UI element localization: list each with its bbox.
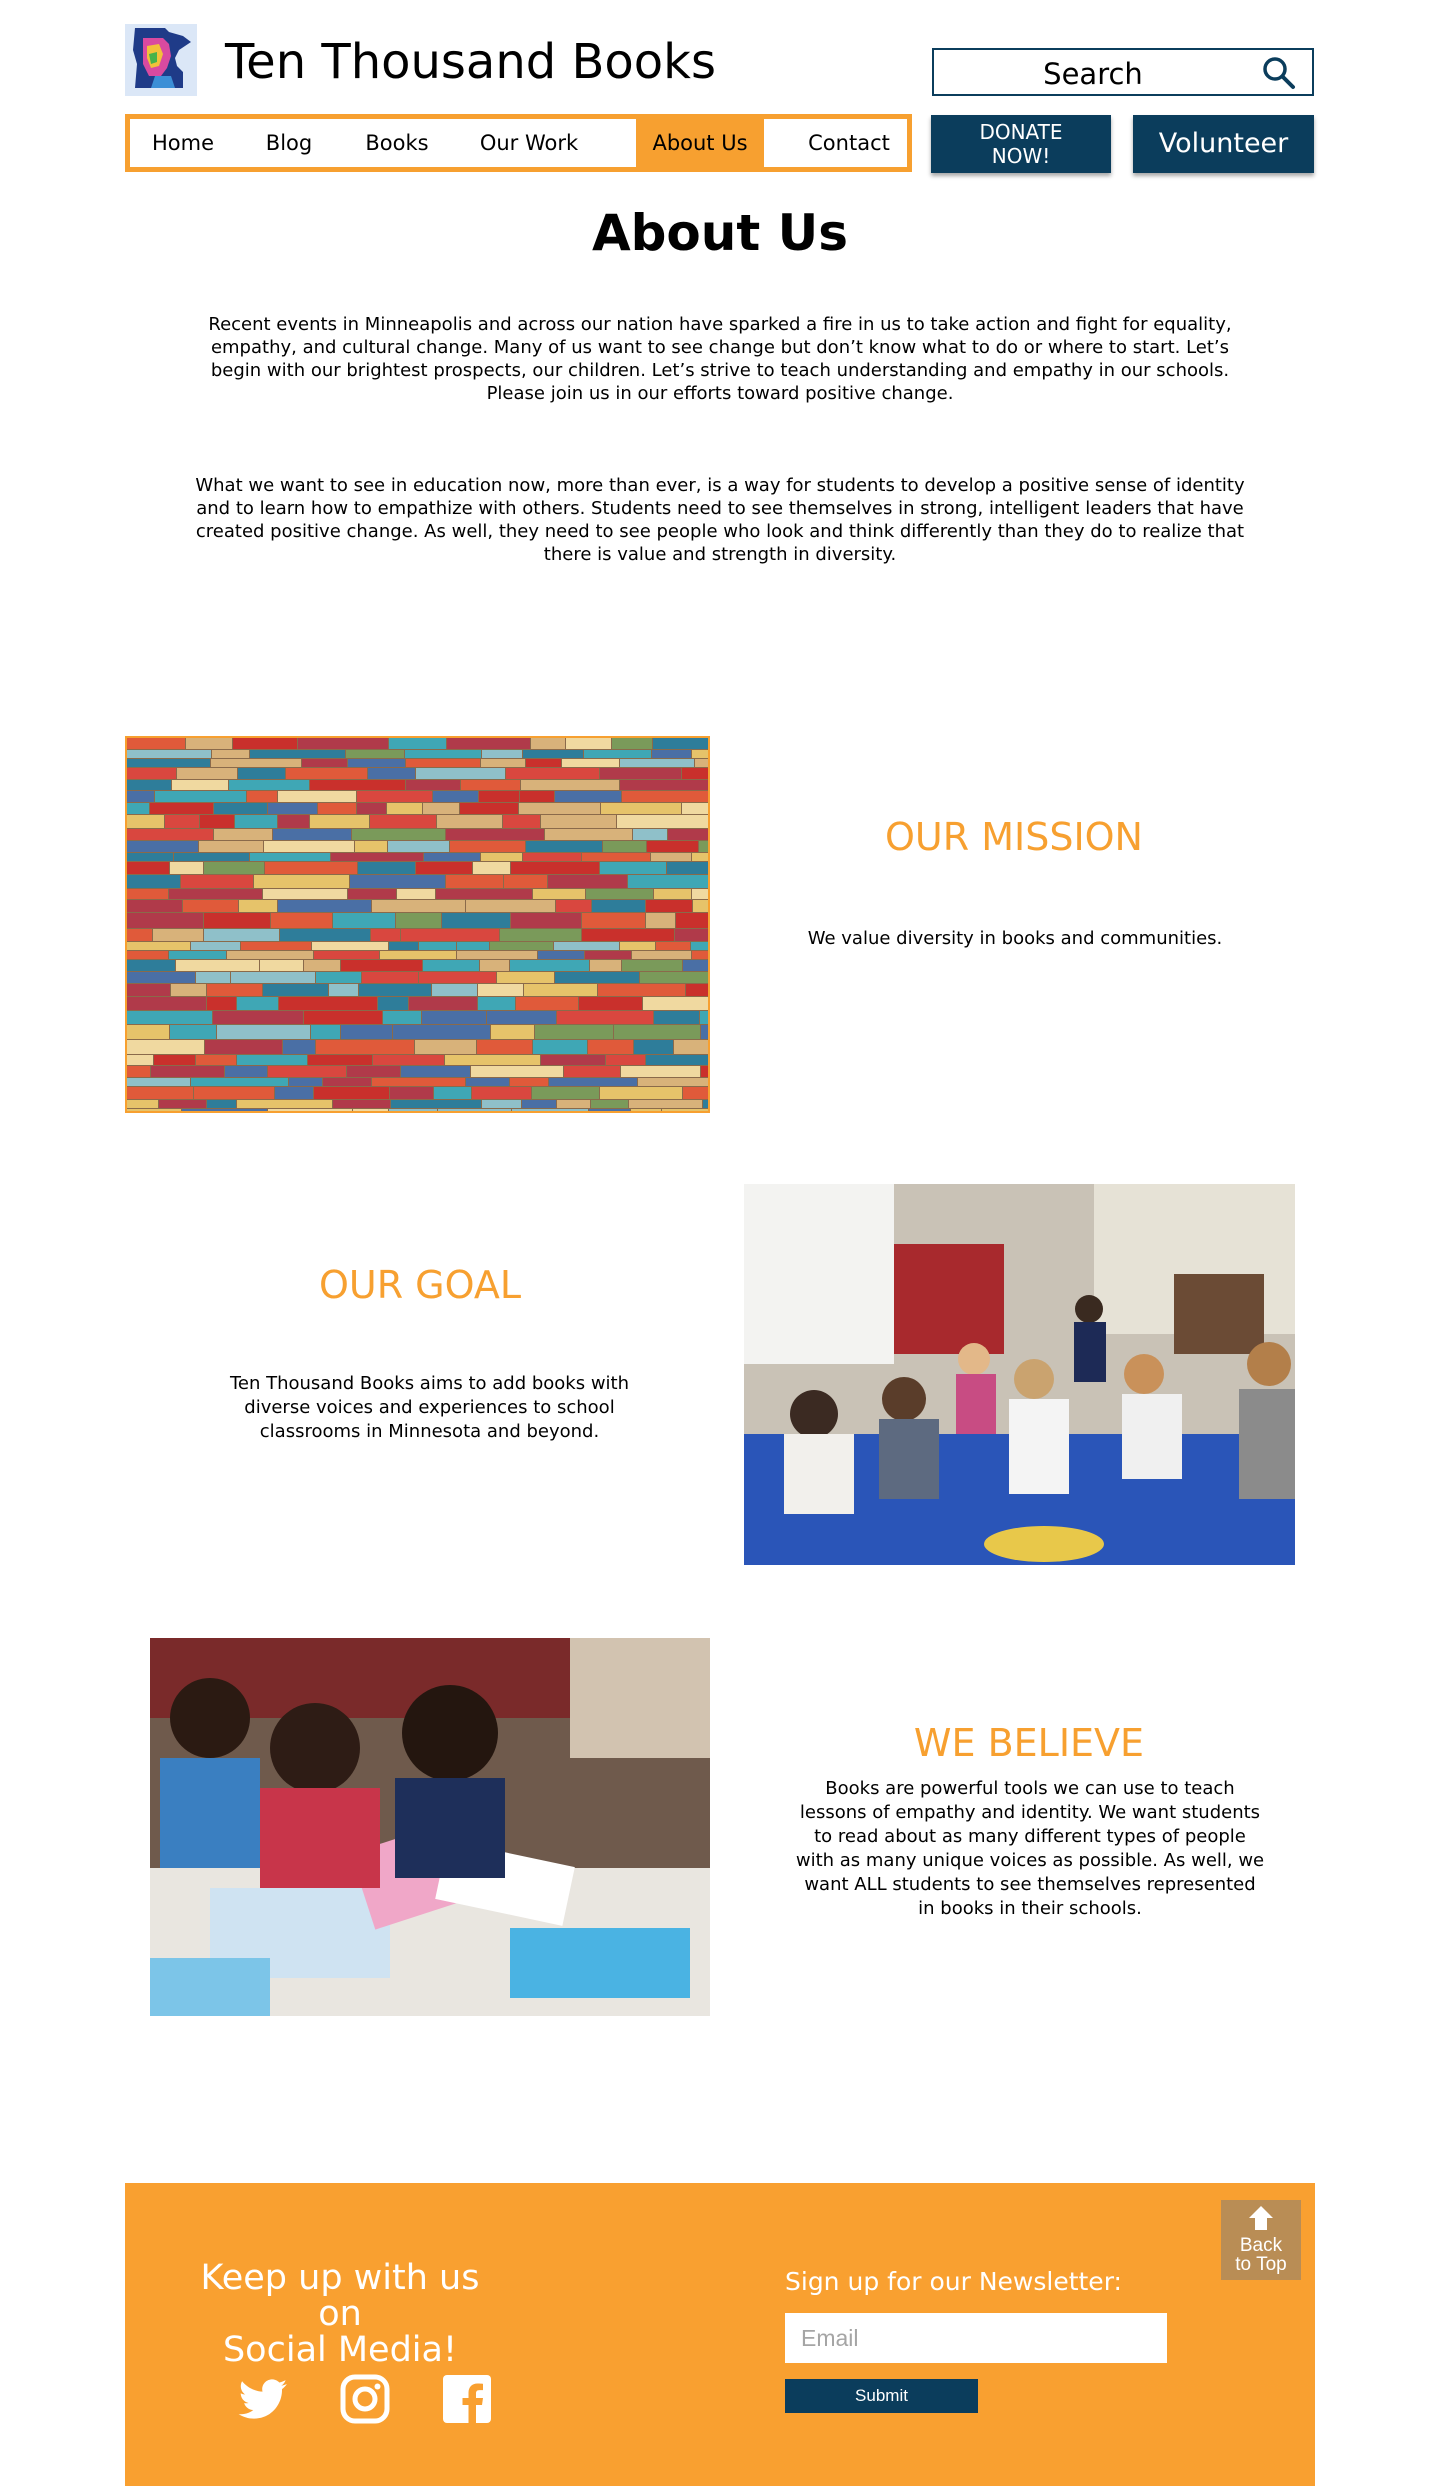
- back-to-top-line2: to Top: [1235, 2254, 1287, 2275]
- mission-heading: OUR MISSION: [885, 815, 1143, 859]
- mission-text: We value diversity in books and communit…: [807, 928, 1223, 949]
- email-field[interactable]: [785, 2313, 1167, 2363]
- minnesota-map-logo: [125, 24, 197, 96]
- goal-text: Ten Thousand Books aims to add books wit…: [229, 1373, 630, 1442]
- classroom-image: [744, 1184, 1295, 1565]
- kids-reading-image: [150, 1638, 710, 2016]
- nav-item-home[interactable]: Home: [135, 119, 231, 167]
- main-nav: Home Blog Books Our Work About Us Contac…: [125, 114, 912, 172]
- nav-item-our-work[interactable]: Our Work: [468, 119, 590, 167]
- back-to-top-button[interactable]: Back to Top: [1221, 2200, 1301, 2280]
- twitter-icon[interactable]: [237, 2373, 289, 2425]
- nav-item-contact[interactable]: Contact: [795, 119, 903, 167]
- volunteer-button[interactable]: Volunteer: [1133, 115, 1314, 173]
- believe-text: Books are powerful tools we can use to t…: [795, 1778, 1265, 1919]
- intro-paragraph-2: What we want to see in education now, mo…: [195, 475, 1245, 565]
- facebook-icon[interactable]: [441, 2373, 493, 2425]
- site-logo[interactable]: [125, 24, 197, 96]
- search-icon[interactable]: [1262, 56, 1296, 90]
- footer: Keep up with us on Social Media! Sign up…: [125, 2183, 1315, 2486]
- intro-paragraph-1: Recent events in Minneapolis and across …: [208, 314, 1232, 404]
- instagram-icon[interactable]: [339, 2373, 391, 2425]
- site-title[interactable]: Ten Thousand Books: [225, 38, 716, 86]
- donate-label-line2: NOW!: [991, 144, 1051, 168]
- page-title: About Us: [591, 204, 849, 262]
- search-box[interactable]: Search: [932, 48, 1314, 96]
- believe-heading: WE BELIEVE: [913, 1721, 1145, 1765]
- books-stack-image: [117, 736, 798, 1118]
- social-title-line2: Social Media!: [222, 2330, 458, 2370]
- nav-item-about-us[interactable]: About Us: [636, 119, 764, 167]
- arrow-up-icon: [1249, 2206, 1273, 2230]
- search-label[interactable]: Search: [934, 60, 1252, 89]
- nav-item-blog[interactable]: Blog: [248, 119, 330, 167]
- social-title: Keep up with us on Social Media!: [175, 2260, 505, 2368]
- social-title-line1: Keep up with us on: [200, 2258, 480, 2334]
- submit-button[interactable]: Submit: [785, 2379, 978, 2413]
- donate-button[interactable]: DONATE NOW!: [931, 115, 1111, 173]
- newsletter-label: Sign up for our Newsletter:: [785, 2267, 1122, 2296]
- back-to-top-line1: Back: [1239, 2235, 1283, 2256]
- donate-label-line1: DONATE: [979, 120, 1063, 144]
- nav-item-books[interactable]: Books: [352, 119, 442, 167]
- goal-heading: OUR GOAL: [318, 1263, 522, 1307]
